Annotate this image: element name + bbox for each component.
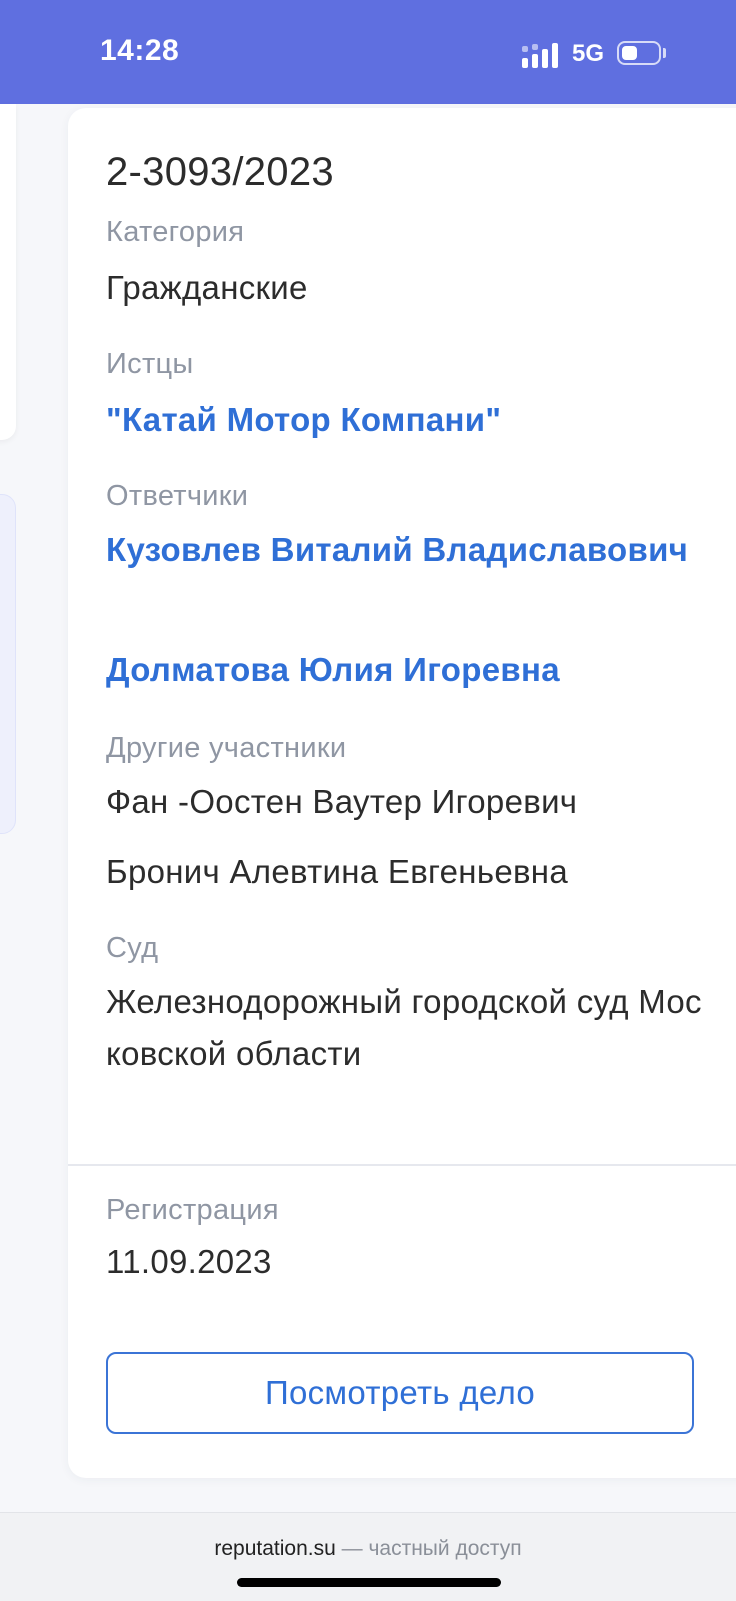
plaintiffs-label: Истцы <box>106 348 194 380</box>
battery-tip <box>663 48 666 58</box>
defendant-link[interactable]: Кузовлев Виталий Владиславович <box>106 524 706 576</box>
battery-level <box>622 46 637 60</box>
view-case-button[interactable]: Посмотреть дело <box>106 1352 694 1434</box>
other-participants-label: Другие участники <box>106 732 347 764</box>
category-label: Категория <box>106 216 245 248</box>
signal-bars-icon <box>522 43 558 68</box>
battery-icon <box>617 41 661 65</box>
defendants-label: Ответчики <box>106 480 249 512</box>
divider <box>68 1164 736 1166</box>
footer-note: — частный доступ <box>335 1537 522 1560</box>
network-type: 5G <box>572 40 605 67</box>
previous-card-edge[interactable] <box>0 104 16 440</box>
footer-domain[interactable]: reputation.su <box>214 1537 335 1560</box>
court-label: Суд <box>106 932 159 964</box>
plaintiff-link[interactable]: "Катай Мотор Компани" <box>106 394 706 446</box>
court-value: Железнодорожный городской суд Московской… <box>106 983 702 1072</box>
participant-name: Фан -Оостен Ваутер Игоревич <box>106 783 578 820</box>
case-card: 2-3093/2023 Категория Гражданские Истцы … <box>68 108 736 1478</box>
status-bar: 14:28 5G <box>0 0 736 104</box>
category-value: Гражданские <box>106 269 308 306</box>
participant-name: Бронич Алевтина Евгеньевна <box>106 853 568 890</box>
home-indicator[interactable] <box>237 1578 501 1587</box>
status-time: 14:28 <box>100 34 180 67</box>
side-panel-edge[interactable] <box>0 494 16 834</box>
defendant-link[interactable]: Долматова Юлия Игоревна <box>106 644 706 696</box>
footer-text: reputation.su — частный доступ <box>0 1537 736 1561</box>
case-number: 2-3093/2023 <box>106 150 334 194</box>
registration-date: 11.09.2023 <box>106 1243 272 1280</box>
browser-footer: reputation.su — частный доступ <box>0 1512 736 1601</box>
registration-label: Регистрация <box>106 1194 279 1226</box>
